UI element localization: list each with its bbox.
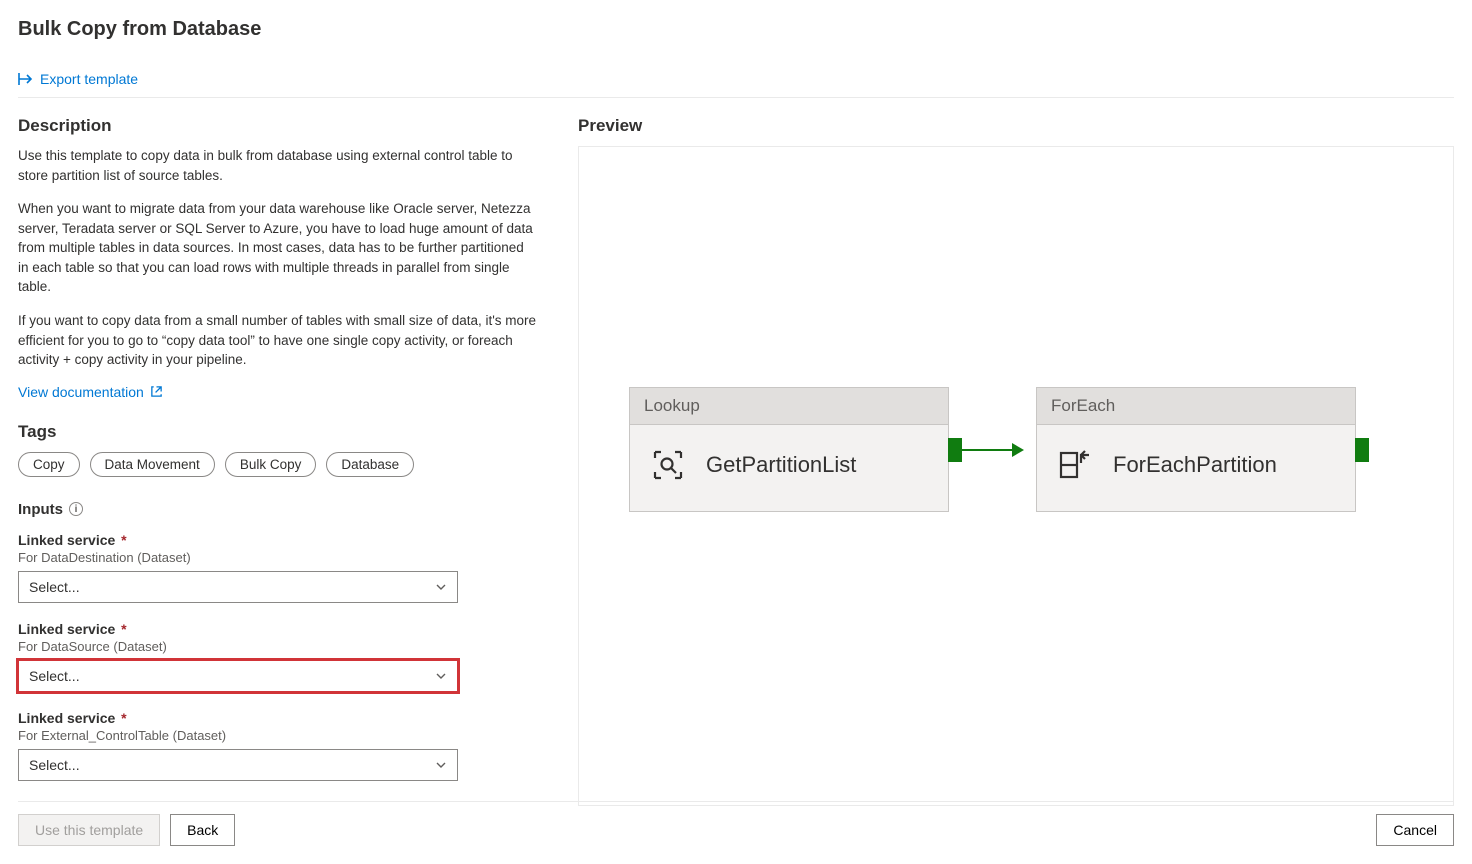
linked-service-select-destination[interactable]: Select... <box>18 571 458 603</box>
tag-copy: Copy <box>18 452 80 477</box>
input-field-data-destination: Linked service * For DataDestination (Da… <box>18 532 538 603</box>
tag-database: Database <box>326 452 414 477</box>
lookup-node[interactable]: Lookup GetPartitionList <box>629 387 949 512</box>
output-port[interactable] <box>1355 438 1369 462</box>
external-link-icon <box>150 385 163 398</box>
linked-service-select-source[interactable]: Select... <box>18 660 458 692</box>
view-documentation-link[interactable]: View documentation <box>18 384 163 400</box>
description-body: Use this template to copy data in bulk f… <box>18 146 538 370</box>
input-field-data-source: Linked service * For DataSource (Dataset… <box>18 621 538 692</box>
node-name: ForEachPartition <box>1113 452 1277 478</box>
preview-heading: Preview <box>578 116 1454 136</box>
back-button[interactable]: Back <box>170 814 235 846</box>
field-sublabel: For DataSource (Dataset) <box>18 639 538 654</box>
export-template-label: Export template <box>40 71 138 87</box>
required-mark: * <box>121 621 126 637</box>
chevron-down-icon <box>435 581 447 593</box>
use-this-template-button: Use this template <box>18 814 160 846</box>
select-placeholder: Select... <box>29 668 80 684</box>
field-label: Linked service <box>18 710 115 726</box>
toolbar: Export template <box>18 65 1454 98</box>
node-name: GetPartitionList <box>706 452 856 478</box>
foreach-node[interactable]: ForEach ForEachPartition <box>1036 387 1356 512</box>
node-type-label: Lookup <box>630 388 948 425</box>
field-label: Linked service <box>18 621 115 637</box>
info-icon[interactable]: i <box>69 502 83 516</box>
export-icon <box>18 72 34 86</box>
footer: Use this template Back Cancel <box>18 801 1454 846</box>
input-field-control-table: Linked service * For External_ControlTab… <box>18 710 538 781</box>
tags-heading: Tags <box>18 422 538 442</box>
pipeline-diagram: Lookup GetPartitionList <box>629 387 1369 512</box>
cancel-button[interactable]: Cancel <box>1376 814 1454 846</box>
search-icon <box>648 445 688 485</box>
field-label: Linked service <box>18 532 115 548</box>
node-type-label: ForEach <box>1037 388 1355 425</box>
select-placeholder: Select... <box>29 579 80 595</box>
description-heading: Description <box>18 116 538 136</box>
tag-data-movement: Data Movement <box>90 452 215 477</box>
tag-bulk-copy: Bulk Copy <box>225 452 317 477</box>
export-template-button[interactable]: Export template <box>18 71 138 87</box>
preview-canvas[interactable]: Lookup GetPartitionList <box>578 146 1454 806</box>
chevron-down-icon <box>435 670 447 682</box>
tags-row: Copy Data Movement Bulk Copy Database <box>18 452 538 477</box>
description-p1: Use this template to copy data in bulk f… <box>18 146 538 185</box>
inputs-heading: Inputs <box>18 501 63 518</box>
field-sublabel: For External_ControlTable (Dataset) <box>18 728 538 743</box>
field-sublabel: For DataDestination (Dataset) <box>18 550 538 565</box>
chevron-down-icon <box>435 759 447 771</box>
foreach-icon <box>1055 445 1095 485</box>
required-mark: * <box>121 710 126 726</box>
page-title: Bulk Copy from Database <box>18 18 1454 41</box>
select-placeholder: Select... <box>29 757 80 773</box>
linked-service-select-control-table[interactable]: Select... <box>18 749 458 781</box>
description-p2: When you want to migrate data from your … <box>18 199 538 297</box>
output-port[interactable] <box>948 438 962 462</box>
success-connector <box>949 438 1036 462</box>
view-documentation-label: View documentation <box>18 384 144 400</box>
description-p3: If you want to copy data from a small nu… <box>18 311 538 370</box>
required-mark: * <box>121 532 126 548</box>
